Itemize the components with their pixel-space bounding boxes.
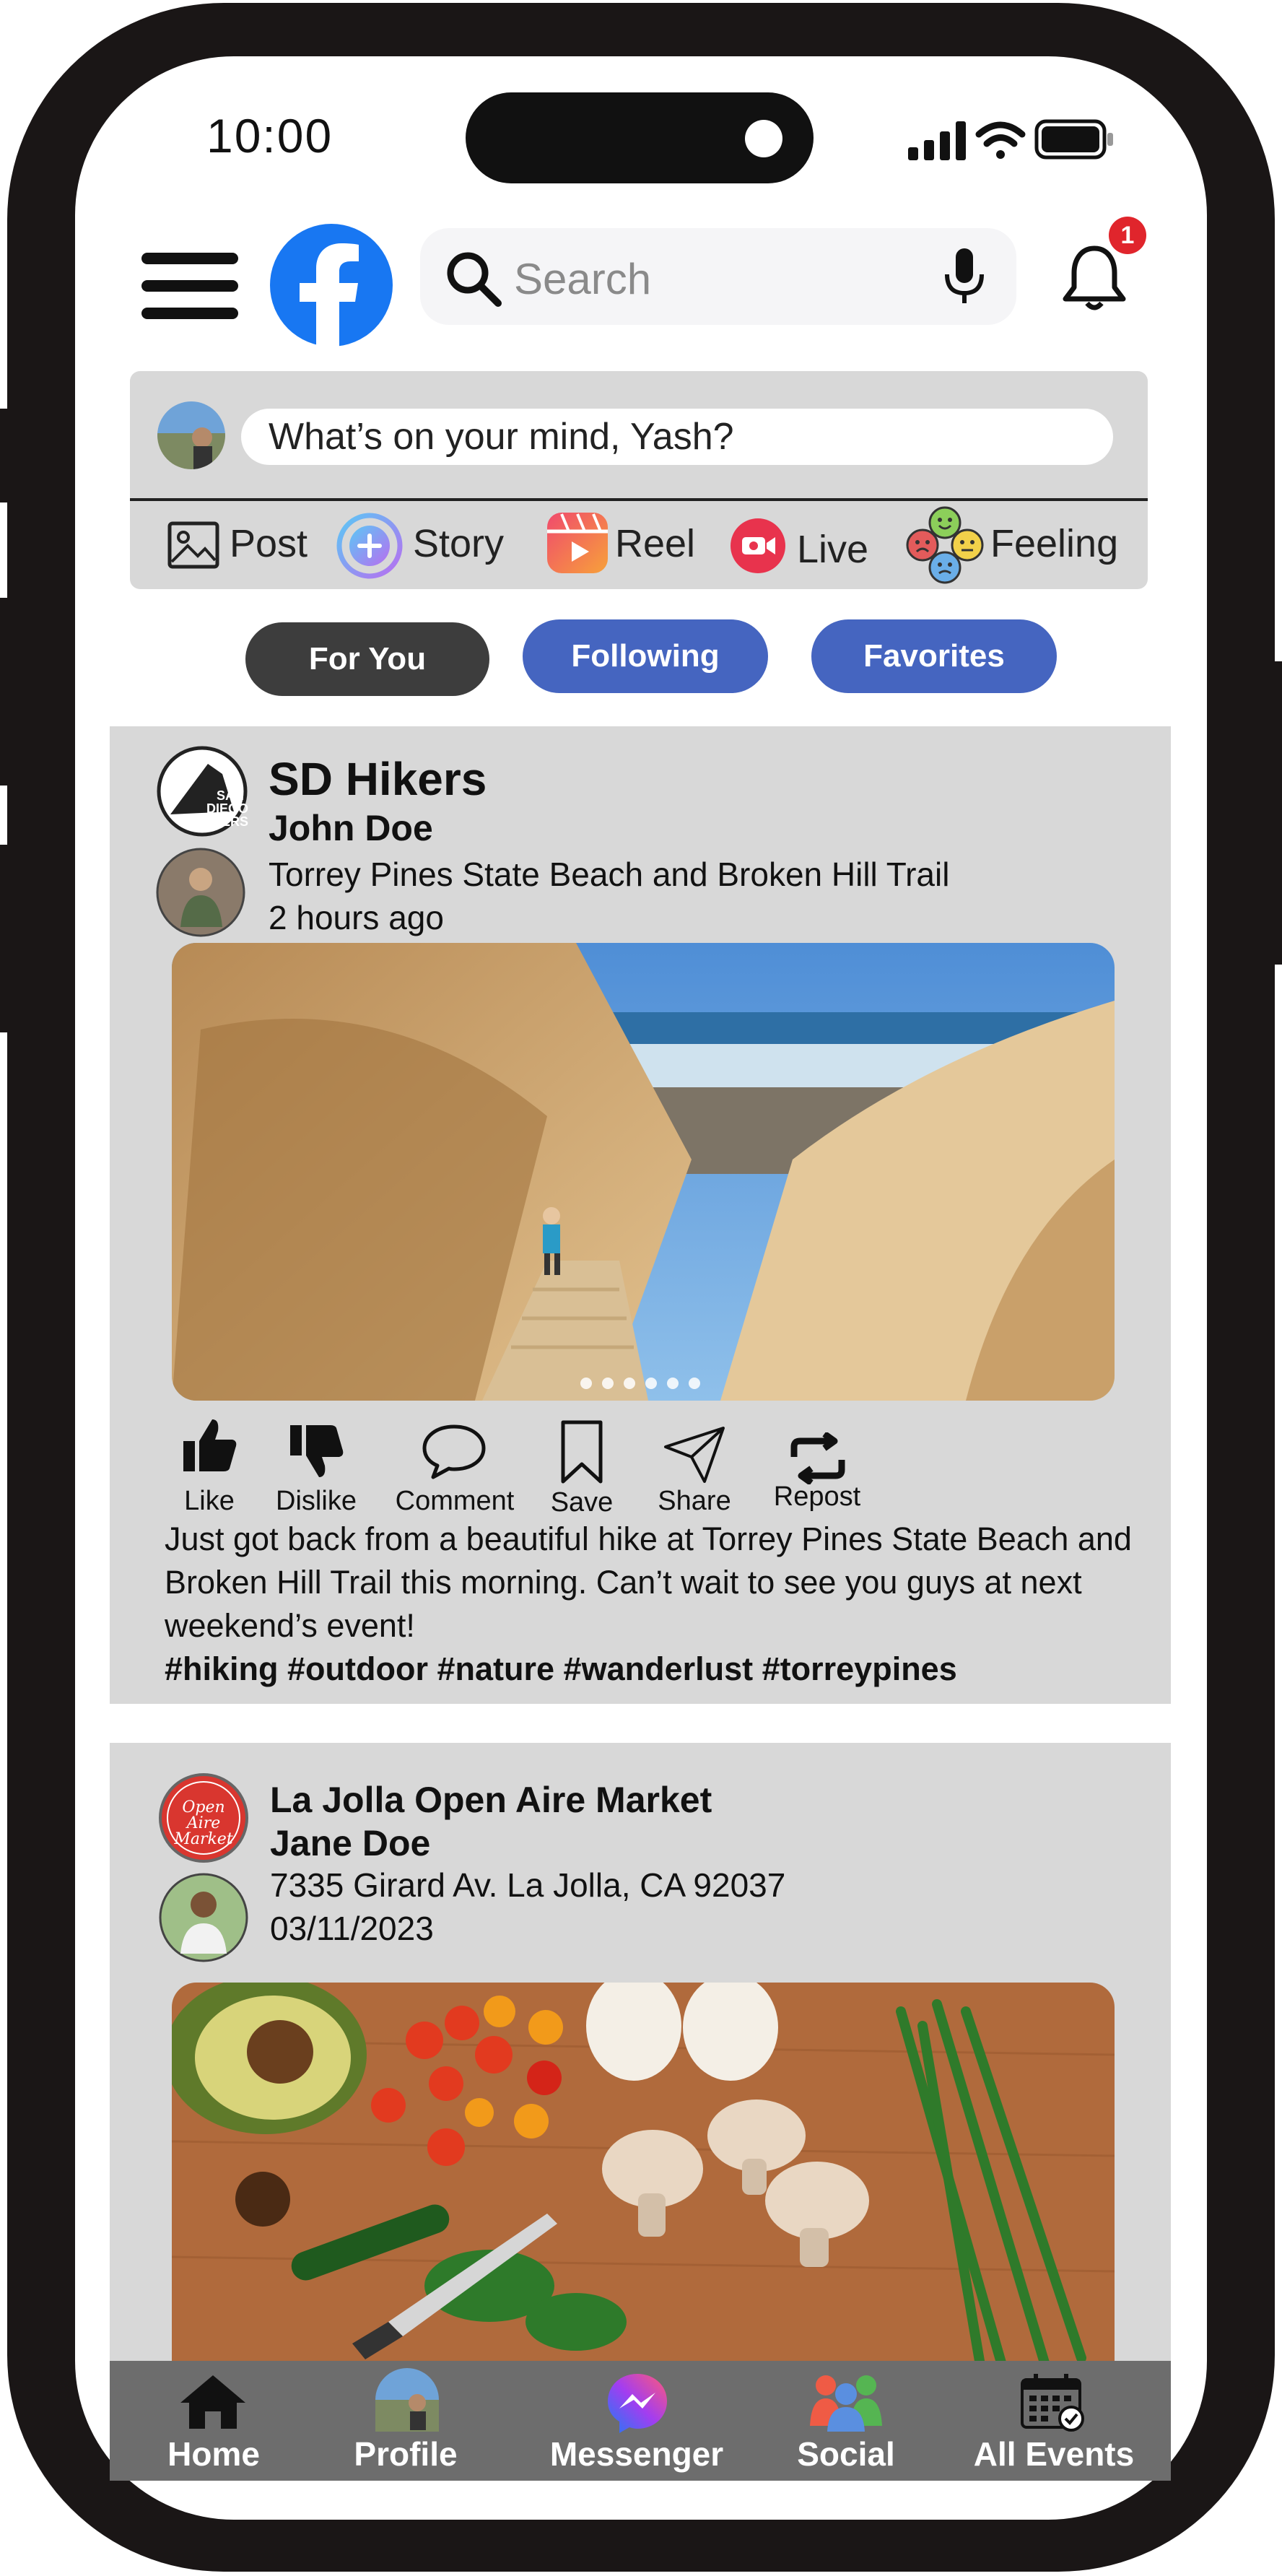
feeling-emoji-icon (906, 506, 984, 584)
notification-badge: 1 (1109, 217, 1146, 254)
share-button[interactable]: Share (651, 1486, 738, 1517)
nav-all-events[interactable]: All Events (960, 2434, 1148, 2473)
social-groups-icon (810, 2375, 882, 2432)
status-time: 10:00 (206, 109, 333, 162)
post-timestamp: 03/11/2023 (270, 1910, 434, 1947)
nav-messenger[interactable]: Messenger (543, 2434, 731, 2473)
like-icon[interactable] (180, 1415, 238, 1473)
compose-live-button[interactable]: Live (797, 527, 868, 572)
user-avatar[interactable] (157, 401, 225, 469)
photo-icon (167, 521, 219, 569)
camera-dot (745, 120, 782, 157)
search-icon (447, 252, 502, 307)
messenger-icon (608, 2374, 667, 2433)
phone-volume-down (0, 845, 9, 1032)
group-name[interactable]: SD Hikers (269, 752, 487, 806)
bookmark-icon[interactable] (559, 1419, 605, 1484)
nav-profile[interactable]: Profile (333, 2434, 478, 2473)
facebook-logo-icon[interactable] (270, 224, 393, 347)
battery-icon (1034, 119, 1113, 160)
wifi-icon (975, 121, 1026, 159)
dislike-button[interactable]: Dislike (266, 1486, 367, 1517)
microphone-icon[interactable] (941, 248, 987, 306)
home-icon (180, 2375, 245, 2429)
post-photo-beach[interactable] (172, 943, 1115, 1401)
whats-on-your-mind-input[interactable]: What’s on your mind, Yash? (241, 409, 1113, 465)
compose-story-button[interactable]: Story (413, 521, 504, 566)
group-logo[interactable]: Open Aire Market (157, 1772, 250, 1864)
phone-volume-up (0, 598, 9, 786)
nav-social[interactable]: Social (774, 2434, 918, 2473)
dislike-icon[interactable] (287, 1424, 345, 1481)
post-timestamp: 2 hours ago (269, 899, 444, 936)
tab-favorites[interactable]: Favorites (811, 619, 1057, 693)
nav-home[interactable]: Home (141, 2434, 286, 2473)
post-location: 7335 Girard Av. La Jolla, CA 92037 (270, 1866, 786, 1904)
like-button[interactable]: Like (173, 1486, 245, 1517)
signal-icon (908, 121, 966, 160)
calendar-events-icon (1021, 2374, 1084, 2432)
post-hashtags[interactable]: #hiking #outdoor #nature #wanderlust #to… (165, 1650, 957, 1687)
live-video-icon (731, 518, 785, 573)
search-input[interactable]: Search (514, 254, 651, 304)
post-body-text: Just got back from a beautiful hike at T… (165, 1520, 1132, 1644)
author-avatar[interactable] (156, 848, 245, 937)
compose-reel-button[interactable]: Reel (615, 521, 695, 566)
author-name[interactable]: Jane Doe (270, 1822, 430, 1864)
group-logo[interactable]: SAN DIEGO HIKERS (156, 745, 248, 837)
author-name[interactable]: John Doe (269, 807, 433, 849)
post-photo-vegetables[interactable] (172, 1983, 1115, 2365)
post-body: Just got back from a beautiful hike at T… (165, 1518, 1132, 1691)
comment-button[interactable]: Comment (390, 1486, 520, 1517)
reel-icon (547, 513, 608, 573)
search-bar[interactable] (420, 228, 1016, 325)
repost-icon[interactable] (787, 1432, 849, 1484)
phone-side-button (0, 409, 9, 502)
status-icons (908, 119, 1113, 160)
tab-for-you[interactable]: For You (245, 622, 489, 696)
compose-post-button[interactable]: Post (230, 521, 308, 566)
comment-icon[interactable] (420, 1422, 488, 1480)
menu-icon[interactable] (141, 250, 238, 322)
author-avatar[interactable] (159, 1873, 248, 1962)
composer-divider (130, 498, 1148, 501)
share-icon[interactable] (663, 1425, 726, 1484)
post-location: Torrey Pines State Beach and Broken Hill… (269, 856, 950, 893)
story-icon (336, 513, 403, 579)
phone-power-button (1273, 661, 1282, 965)
profile-avatar-icon (375, 2368, 439, 2432)
repost-button[interactable]: Repost (767, 1481, 868, 1513)
compose-feeling-button[interactable]: Feeling (990, 521, 1118, 566)
group-name[interactable]: La Jolla Open Aire Market (270, 1779, 712, 1821)
save-button[interactable]: Save (538, 1487, 625, 1518)
tab-following[interactable]: Following (523, 619, 768, 693)
